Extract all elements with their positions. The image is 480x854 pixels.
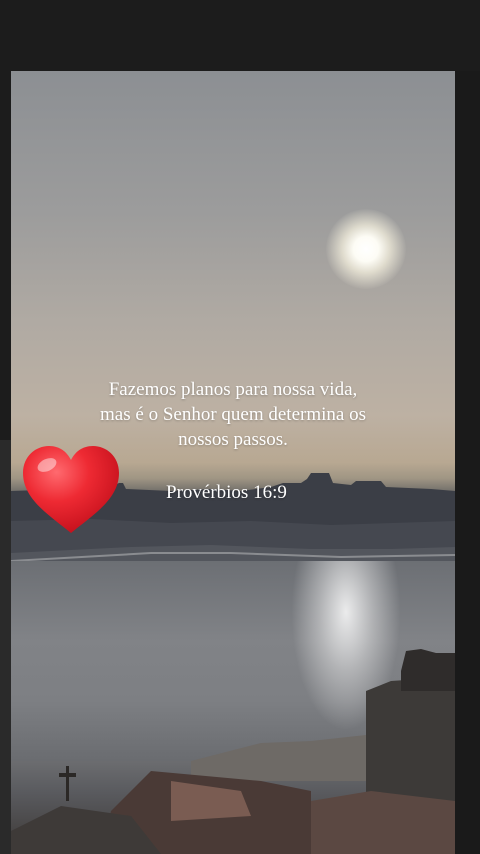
rooftops xyxy=(11,649,455,854)
quote-line: mas é o Senhor quem determina os xyxy=(100,404,366,425)
quote-line: Fazemos planos para nossa vida, xyxy=(108,379,358,400)
sun xyxy=(326,209,406,289)
right-edge-bar xyxy=(455,71,480,854)
verse-reference: Provérbios 16:9 xyxy=(166,482,287,503)
heart-icon[interactable] xyxy=(19,443,123,537)
left-edge-bar xyxy=(0,440,11,854)
bible-quote: Fazemos planos para nossa vida, mas é o … xyxy=(11,377,455,452)
